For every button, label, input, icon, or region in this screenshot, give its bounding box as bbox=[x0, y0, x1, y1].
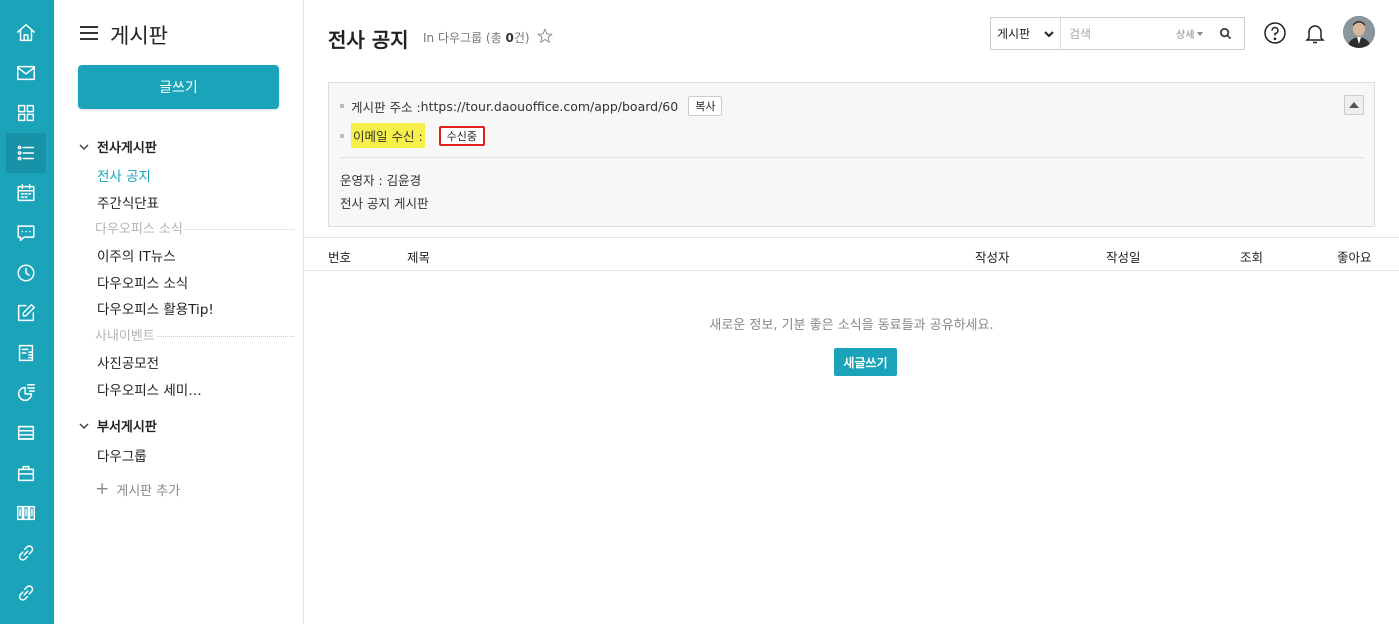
section-company-boards[interactable]: 전사게시판 bbox=[78, 137, 157, 156]
link-icon[interactable] bbox=[6, 533, 46, 573]
email-subscription-row: 이메일 수신 : 수신중 bbox=[340, 123, 486, 148]
search-detail-toggle[interactable]: 상세 bbox=[1176, 26, 1204, 41]
home-icon[interactable] bbox=[6, 13, 46, 53]
sidebar-item-it-news[interactable]: 이주의 IT뉴스 bbox=[97, 245, 176, 265]
column-author[interactable]: 작성자 bbox=[975, 247, 1010, 266]
board-manager: 운영자 : 김윤경 bbox=[340, 173, 422, 188]
calendar-icon[interactable] bbox=[6, 173, 46, 213]
post-table-header: 번호 제목 작성자 작성일 조회 좋아요 bbox=[304, 237, 1399, 271]
edit-icon[interactable] bbox=[6, 293, 46, 333]
app-rail bbox=[0, 0, 54, 624]
new-post-button[interactable]: 새글쓰기 bbox=[834, 348, 897, 376]
add-board-button[interactable]: + 게시판 추가 bbox=[95, 479, 180, 499]
help-icon[interactable] bbox=[1262, 20, 1288, 46]
search-scope-value: 게시판 bbox=[997, 27, 1031, 41]
briefcase-icon[interactable] bbox=[6, 453, 46, 493]
plus-icon: + bbox=[95, 479, 110, 499]
report-icon[interactable] bbox=[6, 333, 46, 373]
caret-down-icon bbox=[1197, 31, 1204, 36]
group-label-internal-events: 사내이벤트 bbox=[95, 325, 294, 344]
sidebar-item-daouoffice-news[interactable]: 다우오피스 소식 bbox=[97, 272, 188, 292]
search-box: 게시판 상세 bbox=[990, 17, 1245, 50]
write-button[interactable]: 글쓰기 bbox=[78, 65, 279, 109]
sidebar-item-photo-contest[interactable]: 사진공모전 bbox=[97, 352, 159, 372]
chevron-down-icon bbox=[78, 420, 90, 432]
caret-up-icon bbox=[1349, 102, 1359, 108]
library-icon[interactable] bbox=[6, 493, 46, 533]
avatar[interactable] bbox=[1343, 16, 1375, 48]
divider bbox=[340, 157, 1364, 158]
clock-icon[interactable] bbox=[6, 253, 46, 293]
chevron-down-icon bbox=[1044, 30, 1054, 37]
search-detail-label: 상세 bbox=[1176, 30, 1195, 41]
sidebar-title: 게시판 bbox=[110, 24, 168, 48]
board-info-panel: 게시판 주소 : https://tour.daouoffice.com/app… bbox=[328, 82, 1375, 227]
chat-icon[interactable] bbox=[6, 213, 46, 253]
sidebar-item-daouoffice-seminar[interactable]: 다우오피스 세미… bbox=[97, 379, 202, 399]
link-icon-2[interactable] bbox=[6, 573, 46, 613]
collapse-button[interactable] bbox=[1344, 95, 1364, 115]
subtitle-prefix: In 다우그룹 (총 bbox=[423, 31, 506, 45]
main-content: 전사 공지 In 다우그룹 (총 0건) 게시판 상세 bbox=[304, 0, 1399, 624]
sidebar-item-daou-group[interactable]: 다우그룹 bbox=[97, 445, 147, 465]
section-label: 전사게시판 bbox=[97, 141, 157, 156]
post-count: 0 bbox=[505, 31, 514, 45]
board-address-row: 게시판 주소 : https://tour.daouoffice.com/app… bbox=[340, 96, 723, 116]
search-scope-select[interactable]: 게시판 bbox=[991, 18, 1061, 49]
mail-icon[interactable] bbox=[6, 53, 46, 93]
sidebar: 게시판 글쓰기 전사게시판 전사 공지 주간식단표 다우오피스 소식 이주의 I… bbox=[54, 0, 304, 624]
sidebar-item-daouoffice-tips[interactable]: 다우오피스 활용Tip! bbox=[97, 298, 214, 318]
address-label: 게시판 주소 : bbox=[351, 99, 421, 115]
add-board-label: 게시판 추가 bbox=[116, 483, 181, 499]
column-number[interactable]: 번호 bbox=[328, 247, 351, 266]
column-date[interactable]: 작성일 bbox=[1106, 247, 1141, 266]
section-label: 부서게시판 bbox=[97, 420, 157, 435]
survey-icon[interactable] bbox=[6, 373, 46, 413]
copy-button[interactable]: 복사 bbox=[688, 96, 723, 116]
search-input[interactable] bbox=[1061, 18, 1176, 49]
subtitle-suffix: 건) bbox=[513, 31, 530, 45]
page-title: 전사 공지 bbox=[328, 28, 409, 52]
board-subtitle: In 다우그룹 (총 0건) bbox=[423, 29, 530, 46]
column-likes[interactable]: 좋아요 bbox=[1337, 247, 1372, 266]
apps-grid-icon[interactable] bbox=[6, 93, 46, 133]
email-label: 이메일 수신 : bbox=[351, 123, 425, 148]
docs-icon[interactable] bbox=[6, 413, 46, 453]
board-description: 전사 공지 게시판 bbox=[340, 196, 429, 211]
empty-state-message: 새로운 정보, 기분 좋은 소식을 동료들과 공유하세요. bbox=[709, 318, 994, 333]
address-value: https://tour.daouoffice.com/app/board/60 bbox=[420, 98, 679, 114]
group-label-daouoffice-news: 다우오피스 소식 bbox=[95, 218, 294, 237]
board-list-icon[interactable] bbox=[6, 133, 46, 173]
bell-icon[interactable] bbox=[1302, 20, 1328, 46]
hamburger-menu-icon[interactable] bbox=[80, 25, 98, 41]
sidebar-item-company-notice[interactable]: 전사 공지 bbox=[97, 165, 151, 185]
sidebar-item-weekly-menu[interactable]: 주간식단표 bbox=[97, 192, 159, 212]
group-label-text: 사내이벤트 bbox=[95, 329, 155, 344]
email-receiving-button[interactable]: 수신중 bbox=[438, 125, 486, 146]
chevron-down-icon bbox=[78, 141, 90, 153]
group-label-text: 다우오피스 소식 bbox=[95, 222, 183, 237]
section-department-boards[interactable]: 부서게시판 bbox=[78, 416, 157, 435]
star-icon[interactable] bbox=[536, 27, 554, 45]
column-views[interactable]: 조회 bbox=[1240, 247, 1263, 266]
search-icon[interactable] bbox=[1213, 22, 1237, 46]
column-title[interactable]: 제목 bbox=[407, 247, 430, 266]
